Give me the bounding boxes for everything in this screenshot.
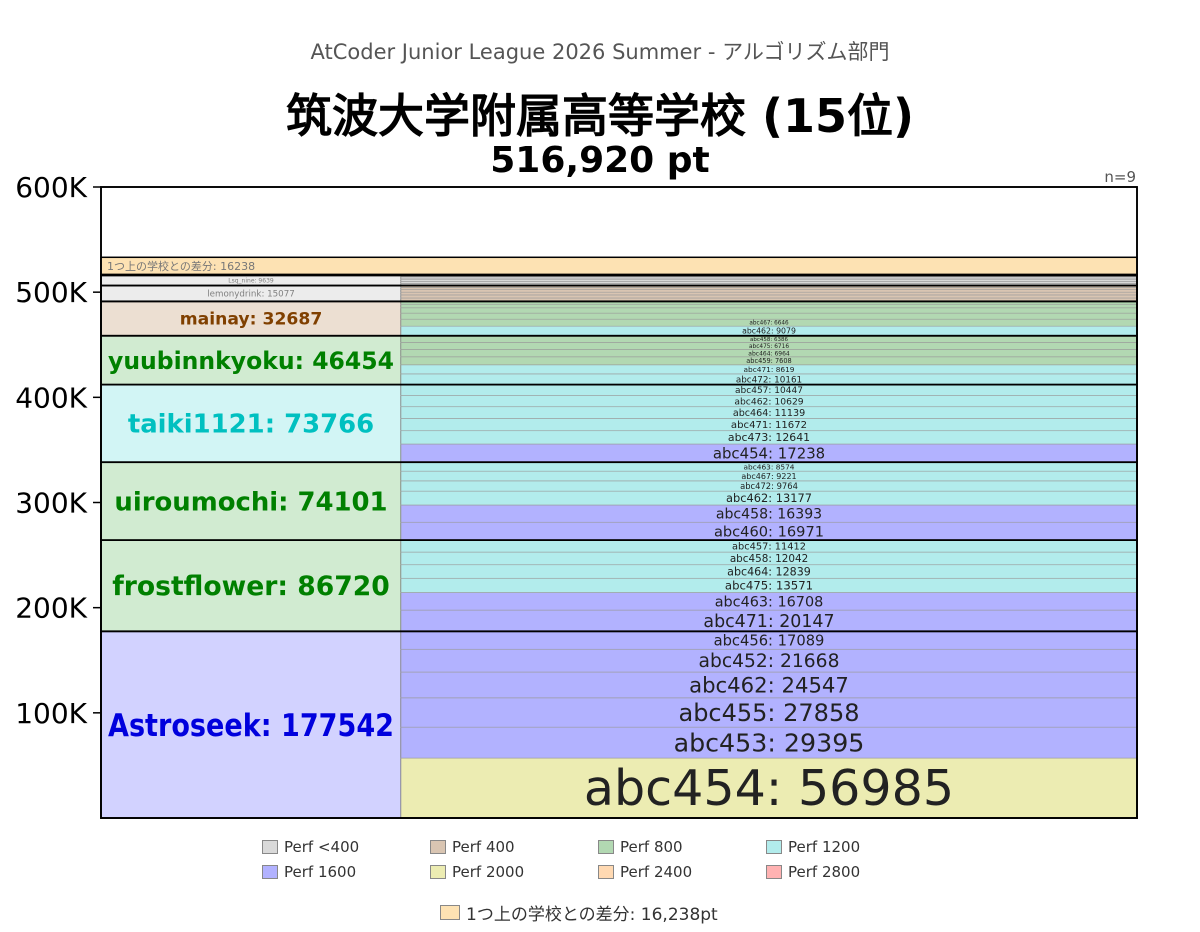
- contest-label: abc455: 27858: [678, 699, 859, 727]
- legend-swatch: [430, 865, 446, 879]
- contest-label: abc456: 17089: [714, 632, 825, 649]
- contest-label: abc458: 16393: [716, 507, 822, 523]
- legend-label: Perf 1200: [788, 838, 861, 856]
- legend-item: Perf 400: [430, 838, 515, 856]
- legend-label: Perf 1600: [284, 863, 357, 881]
- contest-label: abc454: 56985: [584, 759, 954, 817]
- legend-swatch: [766, 865, 782, 879]
- contest-label: abc460: 16971: [714, 523, 824, 540]
- contest-label: abc458: 6386: [750, 337, 788, 343]
- legend-label: Perf 800: [620, 838, 683, 856]
- gap-legend-swatch: [440, 905, 460, 920]
- contest-bar: [400, 307, 1138, 314]
- legend-item: Perf 1600: [262, 863, 356, 881]
- contest-bar: [400, 303, 1138, 309]
- y-tick-label: 100K: [15, 697, 87, 730]
- legend-item: Perf 800: [598, 838, 683, 856]
- contest-label: abc473: 12641: [728, 431, 810, 444]
- member-label: yuubinnkyoku: 46454: [108, 346, 394, 375]
- member-label: lemonydrink: 15077: [207, 290, 295, 300]
- legend-swatch: [598, 865, 614, 879]
- y-tick-label: 200K: [15, 592, 87, 625]
- legend-item: Perf 2800: [766, 863, 860, 881]
- contest-label: abc453: 29395: [674, 728, 865, 757]
- member-label: frostflower: 86720: [112, 571, 390, 602]
- member-label: mainay: 32687: [180, 310, 323, 330]
- contest-label: abc462: 13177: [726, 491, 812, 505]
- contest-label: abc471: 8619: [743, 365, 794, 374]
- contest-label: abc458: 12042: [730, 553, 808, 565]
- gap-box: [100, 256, 1138, 276]
- y-tick-label: 400K: [15, 381, 87, 414]
- contest-label: abc467: 6646: [749, 321, 789, 327]
- contest-label: abc471: 20147: [703, 612, 834, 632]
- y-tick-label: 300K: [15, 487, 87, 520]
- legend-swatch: [262, 840, 278, 854]
- legend-item: Perf 2400: [598, 863, 692, 881]
- contest-bar: [400, 294, 1138, 299]
- legend-item: Perf <400: [262, 838, 359, 856]
- contest-bar: [400, 289, 1138, 293]
- gap-legend: 1つ上の学校との差分: 16,238pt: [440, 900, 718, 925]
- gap-label: 1つ上の学校との差分: 16238: [107, 259, 255, 273]
- contest-label: abc457: 10447: [735, 386, 803, 396]
- contest-label: abc462: 10629: [734, 396, 803, 407]
- gap-legend-label: 1つ上の学校との差分: 16,238pt: [466, 905, 718, 925]
- contest-label: abc463: 16708: [715, 594, 824, 610]
- legend-label: Perf 2800: [788, 863, 861, 881]
- contest-label: abc464: 12839: [727, 565, 811, 578]
- contest-label: abc475: 6716: [749, 344, 789, 350]
- contest-label: abc454: 17238: [713, 444, 825, 462]
- legend-item: Perf 2000: [430, 863, 524, 881]
- legend-swatch: [598, 840, 614, 854]
- contest-bar: [400, 312, 1138, 320]
- legend-label: Perf <400: [284, 838, 360, 856]
- member-label: taiki1121: 73766: [128, 410, 374, 440]
- contest-label: abc475: 13571: [725, 578, 813, 592]
- legend-item: Perf 1200: [766, 838, 860, 856]
- contest-label: abc471: 11672: [731, 420, 807, 431]
- contest-bar: [400, 287, 1138, 290]
- contest-label: abc462: 9079: [742, 327, 796, 336]
- contest-label: abc463: 8574: [743, 462, 794, 471]
- contest-label: abc464: 6964: [748, 350, 790, 357]
- contest-label: abc459: 7608: [746, 357, 792, 365]
- legend-swatch: [766, 840, 782, 854]
- contest-label: abc452: 21668: [699, 651, 840, 672]
- member-label: Astroseek: 177542: [108, 708, 394, 744]
- contest-bar: [400, 291, 1138, 296]
- contest-label: abc472: 9764: [740, 481, 798, 491]
- member-label: uiroumochi: 74101: [114, 487, 387, 517]
- legend-swatch: [430, 840, 446, 854]
- contest-label: abc457: 11412: [732, 542, 806, 553]
- legend-label: Perf 2400: [620, 863, 693, 881]
- contest-label: abc467: 9221: [741, 472, 796, 481]
- contest-label: abc462: 24547: [689, 672, 849, 697]
- y-tick-label: 600K: [15, 171, 87, 204]
- y-tick-label: 500K: [15, 276, 87, 309]
- contest-label: abc464: 11139: [733, 408, 805, 419]
- legend-swatch: [262, 865, 278, 879]
- member-label: Lsq_nine: 9639: [228, 278, 274, 285]
- legend-label: Perf 400: [452, 838, 515, 856]
- legend-label: Perf 2000: [452, 863, 525, 881]
- stacked-bar-chart: 100K200K300K400K500K600Kabc454: 56985abc…: [15, 171, 1138, 819]
